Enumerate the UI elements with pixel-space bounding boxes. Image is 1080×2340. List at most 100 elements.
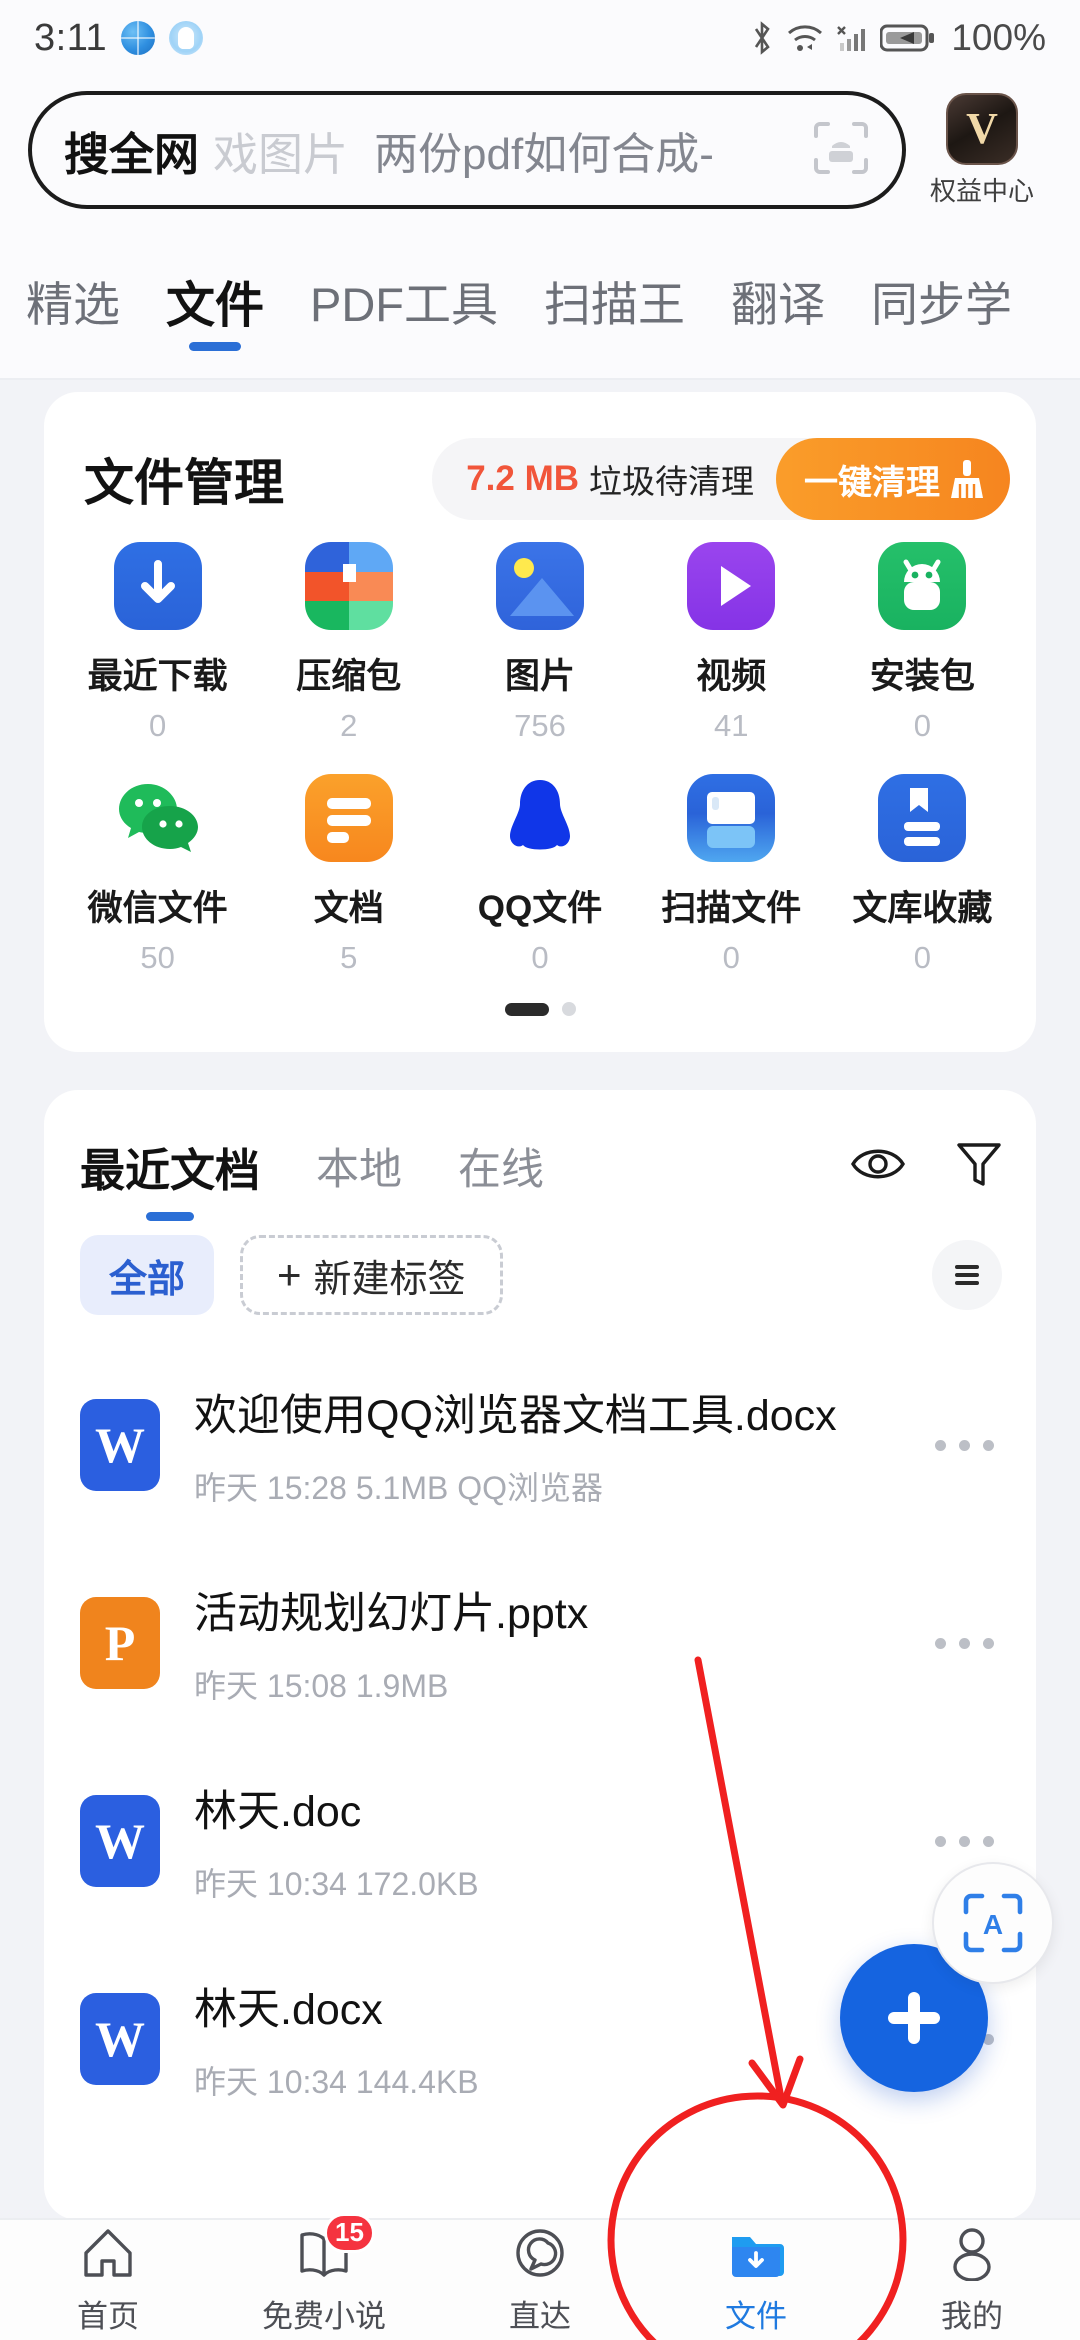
tab-label: PDF工具: [310, 278, 499, 331]
tab-tongbuxue[interactable]: 同步学: [871, 262, 1012, 335]
document-text: 林天.doc 昨天 10:34 172.0KB: [194, 1777, 479, 1905]
nav-item-label: 直达: [509, 2298, 571, 2334]
grid-item-label: 微信文件: [87, 889, 228, 928]
chip-new-tag[interactable]: + 新建标签: [240, 1235, 503, 1315]
search-brand-label: 搜全网: [64, 128, 200, 180]
document-text: 活动规划幻灯片.pptx 昨天 15:08 1.9MB: [194, 1579, 588, 1707]
grid-item-label: 图片: [504, 657, 575, 696]
battery-icon: [880, 24, 935, 52]
battery-percent: 100%: [951, 17, 1046, 58]
tab-label: 扫描王: [544, 278, 686, 331]
nav-item-home[interactable]: 首页: [0, 2225, 216, 2336]
broom-icon: [951, 460, 983, 498]
document-name: 活动规划幻灯片.pptx: [194, 1590, 589, 1638]
nav-item-label: 文件: [725, 2298, 787, 2334]
svg-text:A: A: [983, 1909, 1003, 1940]
tab-translate[interactable]: 翻译: [731, 262, 825, 335]
tab-pdf-tools[interactable]: PDF工具: [310, 262, 498, 335]
tag-filter-row: 全部 + 新建标签: [80, 1232, 1002, 1318]
grid-item-video[interactable]: 视频 41: [636, 542, 827, 744]
image-icon: [495, 542, 584, 630]
document-name: 林天.docx: [194, 1986, 383, 2034]
table-row[interactable]: P 活动规划幻灯片.pptx 昨天 15:08 1.9MB: [44, 1544, 1036, 1742]
page-dot-active: [504, 1002, 549, 1016]
one-key-clean-button[interactable]: 一键清理: [776, 438, 1010, 520]
bluetooth-icon: [755, 21, 771, 55]
powerpoint-file-icon: P: [80, 1597, 160, 1689]
status-bar-left: 3:11: [34, 16, 204, 60]
vip-badge-icon: V: [946, 92, 1018, 165]
table-row[interactable]: W 欢迎使用QQ浏览器文档工具.docx 昨天 15:28 5.1MB QQ浏览…: [44, 1346, 1036, 1544]
tab-jingxuan[interactable]: 精选: [26, 262, 120, 335]
search-input[interactable]: 搜全网 戏图片 两份pdf如何合成-: [28, 91, 906, 209]
grid-item-count: 0: [913, 940, 932, 975]
app-screen: 3:11 100% 搜全网 戏图片 两份pdf如何合成- V 权益中心 精选 文…: [0, 0, 1080, 2340]
grid-item-zip[interactable]: 压缩包 2: [253, 542, 444, 744]
nav-item-label: 我的: [941, 2298, 1003, 2334]
nav-item-files[interactable]: 文件: [648, 2225, 864, 2336]
document-text: 欢迎使用QQ浏览器文档工具.docx 昨天 15:28 5.1MB QQ浏览器: [194, 1381, 837, 1509]
scan-file-icon: [687, 774, 776, 862]
carousel-page-indicator[interactable]: [44, 1002, 1036, 1016]
grid-item-qq-file[interactable]: QQ文件 0: [444, 774, 635, 976]
junk-size: 7.2 MB: [466, 459, 579, 498]
grid-item-count: 2: [340, 708, 358, 743]
more-options-icon[interactable]: [929, 1814, 1000, 1869]
status-time: 3:11: [34, 16, 108, 59]
recent-documents-header: 最近文档 本地 在线: [80, 1118, 1002, 1214]
search-row: 搜全网 戏图片 两份pdf如何合成- V 权益中心: [0, 82, 1080, 218]
list-menu-icon[interactable]: [932, 1240, 1002, 1310]
document-text: 林天.docx 昨天 10:34 144.4KB: [194, 1975, 479, 2103]
grid-item-label: 视频: [696, 657, 767, 696]
more-options-icon[interactable]: [929, 1418, 1000, 1473]
grid-item-scan-file[interactable]: 扫描文件 0: [636, 774, 827, 976]
nav-item-direct[interactable]: 直达: [432, 2225, 648, 2336]
filter-icon[interactable]: [956, 1140, 1002, 1193]
subtab-recent-docs[interactable]: 最近文档: [80, 1134, 260, 1199]
vip-center-button[interactable]: V 权益中心: [912, 92, 1052, 208]
subtab-label: 在线: [458, 1146, 545, 1194]
tab-scan-king[interactable]: 扫描王: [544, 262, 685, 335]
grid-item-document[interactable]: 文档 5: [253, 774, 444, 976]
nav-item-free-novel[interactable]: 15 免费小说: [216, 2212, 432, 2336]
document-name: 林天.doc: [194, 1788, 362, 1836]
nav-item-mine[interactable]: 我的: [864, 2225, 1080, 2336]
scan-icon[interactable]: [812, 120, 870, 181]
grid-item-label: 最近下载: [87, 657, 228, 696]
grid-item-label: QQ文件: [477, 889, 603, 928]
page-title: 文件管理: [84, 455, 284, 511]
grid-item-image[interactable]: 图片 756: [444, 542, 635, 744]
wechat-icon: [113, 774, 202, 862]
ai-scan-button[interactable]: A: [932, 1862, 1054, 1984]
chip-all[interactable]: 全部: [80, 1235, 214, 1315]
recent-documents-actions: [850, 1140, 1002, 1193]
subtab-label: 最近文档: [80, 1144, 261, 1196]
grid-item-favorite-doc[interactable]: 文库收藏 0: [827, 774, 1018, 976]
grid-item-count: 0: [913, 708, 932, 743]
tab-wenjian[interactable]: 文件: [166, 262, 264, 337]
wifi-icon: [788, 25, 823, 51]
zip-icon: [304, 542, 393, 630]
document-name: 欢迎使用QQ浏览器文档工具.docx: [194, 1392, 837, 1440]
table-row[interactable]: W 林天.doc 昨天 10:34 172.0KB: [44, 1742, 1036, 1940]
favorite-doc-icon: [878, 774, 967, 862]
grid-item-apk[interactable]: 安装包 0: [827, 542, 1018, 744]
search-query-text: 两份pdf如何合成-: [374, 130, 714, 179]
word-file-icon: W: [80, 1795, 160, 1887]
subtab-label: 本地: [316, 1146, 403, 1194]
eye-icon[interactable]: [850, 1142, 906, 1191]
subtab-online[interactable]: 在线: [458, 1135, 544, 1197]
status-bar: 3:11 100%: [0, 0, 1080, 76]
grid-item-count: 41: [713, 708, 749, 743]
grid-item-count: 0: [722, 940, 740, 975]
more-options-icon[interactable]: [929, 1616, 1000, 1671]
tab-label: 同步学: [871, 278, 1013, 331]
grid-item-wechat[interactable]: 微信文件 50: [62, 774, 253, 976]
grid-item-recent-download[interactable]: 最近下载 0: [62, 542, 253, 744]
document-icon: [304, 774, 393, 862]
grid-item-count: 0: [531, 940, 549, 975]
qq-penguin-icon: [495, 774, 584, 862]
tab-label: 精选: [26, 278, 120, 331]
subtab-local[interactable]: 本地: [316, 1135, 402, 1197]
book-icon: 15: [296, 2212, 375, 2281]
